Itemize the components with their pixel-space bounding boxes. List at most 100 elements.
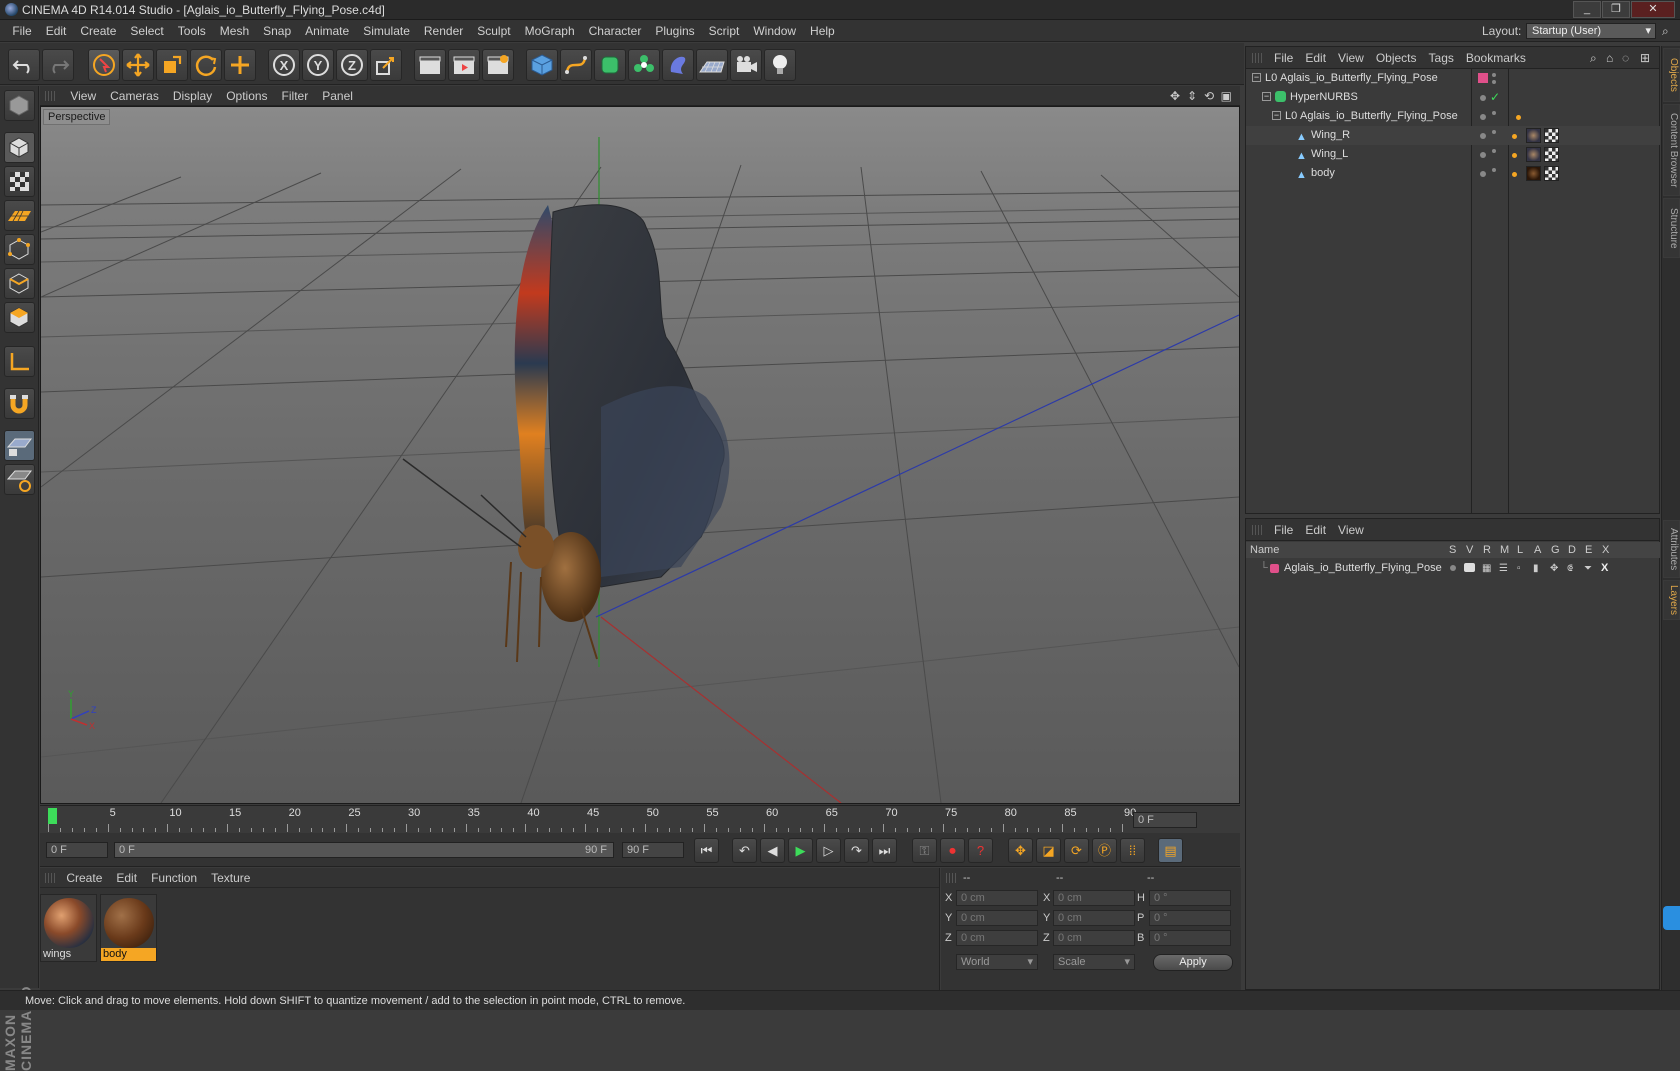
start-frame-field[interactable]: 0 F xyxy=(46,842,108,858)
pos-z-field[interactable]: 0 cm xyxy=(956,930,1038,946)
key-rotation-button[interactable]: ⟳ xyxy=(1064,838,1089,863)
previous-frame-button[interactable]: ◀ xyxy=(760,838,785,863)
render-dot[interactable] xyxy=(1492,130,1496,134)
object-row[interactable]: − L0 Aglais_io_Butterfly_Flying_Pose xyxy=(1246,69,1660,88)
render-dot[interactable] xyxy=(1492,80,1496,84)
record-keys-button[interactable]: ⚿ xyxy=(912,838,937,863)
new-window-icon[interactable]: ⊞ xyxy=(1640,47,1650,69)
collapse-icon[interactable]: − xyxy=(1272,111,1281,120)
end-frame-field[interactable]: 90 F xyxy=(622,842,684,858)
layer-color-swatch[interactable] xyxy=(1270,564,1279,573)
solo-toggle[interactable] xyxy=(1450,565,1456,571)
lock-icon[interactable]: ▫ xyxy=(1517,559,1521,578)
uvw-tag[interactable] xyxy=(1544,166,1559,181)
locked-workplane-button[interactable] xyxy=(4,464,35,495)
tab-objects[interactable]: Objects xyxy=(1663,48,1680,102)
expression-toggle-icon[interactable]: ⏷ xyxy=(1584,559,1592,578)
manager-column-header[interactable]: M xyxy=(1500,542,1509,558)
manager-toggle-icon[interactable]: ☰ xyxy=(1499,559,1508,578)
apply-button[interactable]: Apply xyxy=(1153,954,1233,971)
vp-menu-panel[interactable]: Panel xyxy=(315,86,360,106)
visibility-dot[interactable] xyxy=(1492,73,1496,77)
vp-menu-filter[interactable]: Filter xyxy=(275,86,316,106)
coordinate-system-button[interactable] xyxy=(370,49,402,81)
pan-view-icon[interactable]: ✥ xyxy=(1170,86,1180,106)
add-cube-button[interactable] xyxy=(526,49,558,81)
undo-button[interactable] xyxy=(8,49,40,81)
add-mograph-button[interactable] xyxy=(628,49,660,81)
add-light-button[interactable] xyxy=(764,49,796,81)
uvw-tag[interactable] xyxy=(1544,128,1559,143)
previous-key-button[interactable]: ↶ xyxy=(732,838,757,863)
mat-menu-edit[interactable]: Edit xyxy=(109,868,144,888)
obj-menu-tags[interactable]: Tags xyxy=(1423,47,1460,69)
vp-menu-view[interactable]: View xyxy=(63,86,103,106)
pos-y-field[interactable]: 0 cm xyxy=(956,910,1038,926)
texture-tag-wings[interactable] xyxy=(1526,147,1541,162)
add-deformer-button[interactable] xyxy=(662,49,694,81)
key-position-button[interactable]: ✥ xyxy=(1008,838,1033,863)
expressions-column-header[interactable]: E xyxy=(1585,542,1592,558)
object-row[interactable]: − HyperNURBS ✓ xyxy=(1246,88,1660,107)
render-toggle-icon[interactable]: ▦ xyxy=(1482,559,1491,578)
play-button[interactable]: ▶ xyxy=(788,838,813,863)
locked-column-header[interactable]: L xyxy=(1517,542,1523,558)
edges-mode-button[interactable] xyxy=(4,268,35,299)
xref-toggle-icon[interactable]: X xyxy=(1601,559,1608,578)
material-body[interactable]: body xyxy=(100,894,157,962)
render-view-button[interactable] xyxy=(414,49,446,81)
object-row[interactable]: ▲ Wing_R xyxy=(1246,126,1660,145)
search-icon[interactable]: ⌕ xyxy=(1662,20,1669,42)
minimize-button[interactable]: _ xyxy=(1573,1,1601,18)
menu-script[interactable]: Script xyxy=(702,20,747,42)
collapse-icon[interactable]: − xyxy=(1262,92,1271,101)
render-picture-viewer-button[interactable] xyxy=(448,49,480,81)
render-dot[interactable] xyxy=(1492,111,1496,115)
x-axis-lock-button[interactable]: X xyxy=(268,49,300,81)
solo-column-header[interactable]: S xyxy=(1449,542,1456,558)
add-camera-button[interactable] xyxy=(730,49,762,81)
animation-column-header[interactable]: A xyxy=(1534,542,1541,558)
deformers-column-header[interactable]: D xyxy=(1568,542,1576,558)
animation-toggle-icon[interactable]: ▮ xyxy=(1533,559,1539,578)
workplane-mode-button[interactable] xyxy=(4,200,35,231)
menu-create[interactable]: Create xyxy=(73,20,123,42)
coord-mode-select[interactable]: World ▾ xyxy=(956,954,1038,970)
texture-tag-body[interactable] xyxy=(1526,166,1541,181)
live-selection-button[interactable] xyxy=(88,49,120,81)
search-icon[interactable]: ⌕ xyxy=(1590,47,1597,69)
visible-column-header[interactable]: V xyxy=(1466,542,1473,558)
object-row[interactable]: − L0 Aglais_io_Butterfly_Flying_Pose xyxy=(1246,107,1660,126)
layer-color-swatch[interactable] xyxy=(1478,73,1488,83)
tab-content-browser[interactable]: Content Browser xyxy=(1663,104,1680,196)
axis-mode-button[interactable] xyxy=(4,346,35,377)
layer-row[interactable]: └ Aglais_io_Butterfly_Flying_Pose ▦ ☰ ▫ … xyxy=(1246,559,1660,578)
layer-menu-view[interactable]: View xyxy=(1332,519,1370,541)
points-mode-button[interactable] xyxy=(4,234,35,265)
go-to-end-button[interactable]: ⏭ xyxy=(872,838,897,863)
menu-plugins[interactable]: Plugins xyxy=(648,20,701,42)
dolly-view-icon[interactable]: ⇕ xyxy=(1187,86,1197,106)
menu-render[interactable]: Render xyxy=(417,20,470,42)
rotate-view-icon[interactable]: ⟲ xyxy=(1204,86,1214,106)
menu-select[interactable]: Select xyxy=(123,20,170,42)
menu-snap[interactable]: Snap xyxy=(256,20,298,42)
layer-menu-edit[interactable]: Edit xyxy=(1299,519,1332,541)
size-x-field[interactable]: 0 cm xyxy=(1053,890,1135,906)
render-settings-button[interactable] xyxy=(482,49,514,81)
add-spline-button[interactable] xyxy=(560,49,592,81)
teamviewer-icon[interactable] xyxy=(1663,906,1680,930)
menu-window[interactable]: Window xyxy=(746,20,803,42)
menu-file[interactable]: File xyxy=(5,20,38,42)
key-pla-button[interactable]: ⁞⁞ xyxy=(1120,838,1145,863)
deformer-toggle-icon[interactable]: ⟃ xyxy=(1567,559,1573,578)
material-wings[interactable]: wings xyxy=(40,894,97,962)
rot-p-field[interactable]: 0 ° xyxy=(1149,910,1231,926)
move-tool-button[interactable] xyxy=(122,49,154,81)
maximize-view-icon[interactable]: ▣ xyxy=(1221,86,1232,106)
texture-tag-wings[interactable] xyxy=(1526,128,1541,143)
obj-menu-file[interactable]: File xyxy=(1268,47,1299,69)
tab-structure[interactable]: Structure xyxy=(1663,198,1680,258)
generator-toggle-icon[interactable]: ✥ xyxy=(1550,559,1558,578)
add-nurbs-button[interactable] xyxy=(594,49,626,81)
